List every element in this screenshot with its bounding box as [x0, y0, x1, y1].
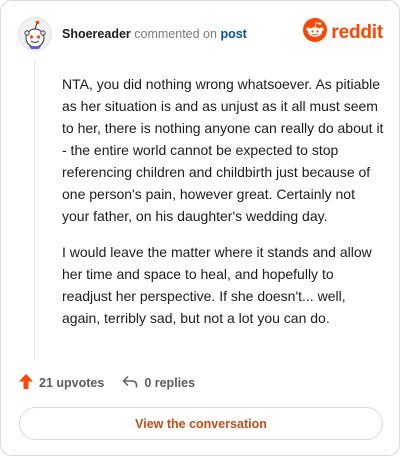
comment-meta: Shoereader commented on post	[62, 27, 247, 41]
comment-header: Shoereader commented on post reddit	[18, 15, 383, 53]
thread-line	[34, 61, 35, 361]
comment-paragraph: I would leave the matter where it stands…	[62, 244, 372, 326]
reply-arrow-icon	[122, 375, 138, 392]
reply-count: 0 replies	[144, 376, 196, 390]
upvote-count: 21 upvotes	[39, 376, 105, 390]
embedded-comment-card: Shoereader commented on post reddit NTA,…	[0, 0, 400, 456]
comment-actions: 21 upvotes 0 replies	[19, 374, 195, 392]
action-text: commented on	[134, 27, 217, 41]
reddit-logo-icon	[303, 18, 328, 47]
upvote-button[interactable]: 21 upvotes	[19, 374, 104, 392]
view-conversation-button[interactable]: View the conversation	[19, 407, 383, 440]
username-link[interactable]: Shoereader	[62, 27, 131, 41]
reddit-brand[interactable]: reddit	[303, 18, 383, 47]
reddit-wordmark: reddit	[331, 21, 383, 43]
comment-body: NTA, you did nothing wrong whatsoever. A…	[62, 73, 384, 343]
post-link[interactable]: post	[220, 27, 246, 41]
upvote-arrow-icon	[19, 374, 33, 392]
comment-paragraph: NTA, you did nothing wrong whatsoever. A…	[62, 76, 384, 224]
replies-button[interactable]: 0 replies	[122, 375, 195, 392]
snoo-avatar-icon[interactable]	[18, 17, 52, 51]
